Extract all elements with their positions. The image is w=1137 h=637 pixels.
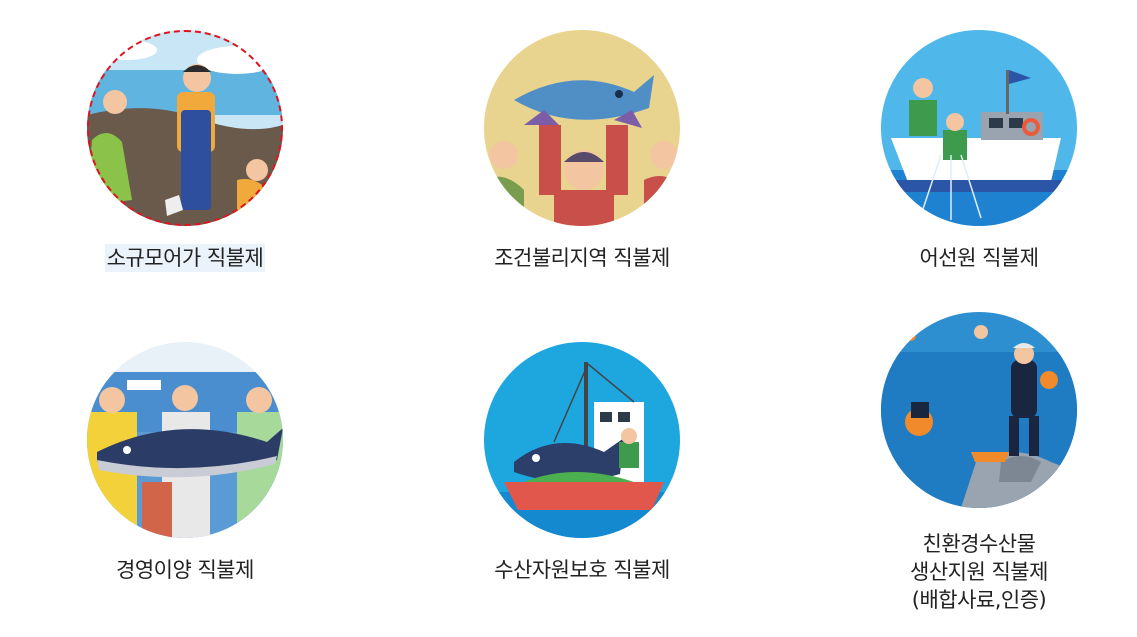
management-transfer-illustration[interactable] <box>87 342 283 538</box>
fishers-with-tuna-illustration <box>87 342 283 538</box>
program-label[interactable]: 경영이양 직불제 <box>114 556 256 584</box>
program-card-fishing-crew[interactable]: 어선원 직불제 <box>829 30 1129 272</box>
program-label[interactable]: 소규모어가 직불제 <box>104 244 266 272</box>
fishery-resource-protection-illustration[interactable] <box>484 342 680 538</box>
eco-friendly-seafood-illustration[interactable] <box>881 312 1077 508</box>
fisher-holding-fish-illustration <box>484 30 680 226</box>
diver-haenyeo-illustration <box>881 312 1077 508</box>
program-card-management-transfer[interactable]: 경영이양 직불제 <box>35 342 335 584</box>
program-card-small-scale-fishery[interactable]: 소규모어가 직불제 <box>35 30 335 272</box>
fishers-on-tidal-flat-illustration <box>87 30 283 226</box>
program-card-disadvantaged-area[interactable]: 조건불리지역 직불제 <box>432 30 732 272</box>
fishing-boat-crew-illustration <box>881 30 1077 226</box>
program-label-multiline[interactable]: 친환경수산물 생산지원 직불제 (배합사료,인증) <box>908 530 1050 614</box>
disadvantaged-area-illustration[interactable] <box>484 30 680 226</box>
program-label[interactable]: 어선원 직불제 <box>917 244 1040 272</box>
fishing-crew-illustration[interactable] <box>881 30 1077 226</box>
program-label-line: 생산지원 직불제 <box>910 560 1048 584</box>
program-card-fishery-resource-protection[interactable]: 수산자원보호 직불제 <box>432 342 732 584</box>
program-label-line: (배합사료,인증) <box>911 588 1047 612</box>
program-label-line: 친환경수산물 <box>922 532 1036 556</box>
small-scale-fishery-illustration[interactable] <box>87 30 283 226</box>
program-label[interactable]: 조건불리지역 직불제 <box>492 244 672 272</box>
boat-with-large-fish-illustration <box>484 342 680 538</box>
program-card-eco-friendly-seafood[interactable]: 친환경수산물 생산지원 직불제 (배합사료,인증) <box>829 312 1129 614</box>
program-label[interactable]: 수산자원보호 직불제 <box>492 556 672 584</box>
